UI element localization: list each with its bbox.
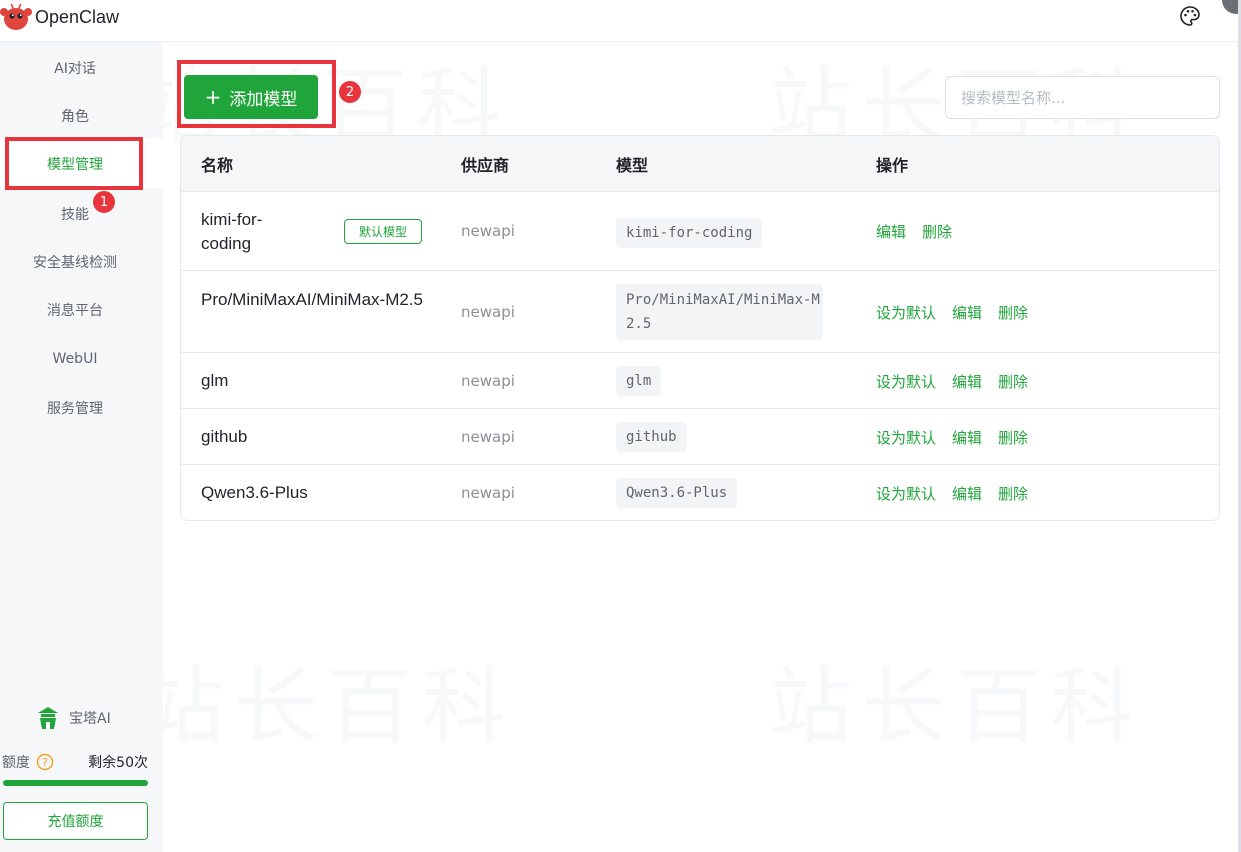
app-logo[interactable]: OpenClaw (0, 0, 119, 34)
plus-icon: + (204, 85, 222, 109)
brand: 宝塔AI (35, 705, 111, 731)
model-id-chip: kimi-for-coding (616, 218, 763, 248)
model-provider: newapi (461, 303, 515, 321)
set-default-button[interactable]: 设为默认 (876, 371, 936, 392)
model-provider: newapi (461, 484, 515, 502)
model-name: Qwen3.6-Plus (201, 483, 308, 502)
row-actions: 设为默认 编辑 删除 (876, 427, 1044, 448)
models-table: 名称 供应商 模型 操作 kimi-for-coding 默认模型 newapi… (180, 135, 1220, 521)
app-title: OpenClaw (35, 6, 120, 27)
row-actions: 设为默认 编辑 删除 (876, 483, 1044, 504)
table-row: Qwen3.6-Plus newapi Qwen3.6-Plus 设为默认 编辑… (181, 465, 1219, 520)
model-id-chip: github (616, 422, 687, 452)
row-actions: 设为默认 编辑 删除 (876, 371, 1044, 392)
model-provider: newapi (461, 222, 515, 240)
question-circle-icon[interactable]: ? (36, 753, 54, 771)
table-row: Pro/MiniMaxAI/MiniMax-M2.5 newapi Pro/Mi… (181, 271, 1219, 353)
quota-label: 额度 (2, 755, 30, 771)
set-default-button[interactable]: 设为默认 (876, 302, 936, 323)
sidebar-item-ai-chat[interactable]: AI对话 (0, 48, 150, 88)
quota-progress-bar (3, 780, 148, 786)
lobster-logo-icon (0, 3, 32, 30)
edit-button[interactable]: 编辑 (952, 483, 982, 504)
model-id-chip: Qwen3.6-Plus (616, 478, 738, 508)
delete-button[interactable]: 删除 (998, 427, 1028, 448)
model-provider: newapi (461, 372, 515, 390)
quota-progress-fill (3, 780, 148, 786)
table-row: kimi-for-coding 默认模型 newapi kimi-for-cod… (181, 192, 1219, 271)
model-name: Pro/MiniMaxAI/MiniMax-M2.5 (201, 290, 423, 309)
set-default-button[interactable]: 设为默认 (876, 427, 936, 448)
delete-button[interactable]: 删除 (998, 483, 1028, 504)
model-provider: newapi (461, 428, 515, 446)
step-badge-1: 1 (92, 190, 116, 214)
column-header-provider: 供应商 (461, 156, 510, 175)
highlight-box-model-management (5, 137, 143, 190)
pagoda-icon (38, 707, 58, 729)
column-header-model: 模型 (616, 156, 649, 175)
quota-row: 额度 ? 剩余50次 (2, 752, 152, 772)
row-actions: 设为默认 编辑 删除 (876, 302, 1044, 323)
svg-text:?: ? (42, 756, 48, 769)
model-name: github (201, 427, 248, 446)
column-header-actions: 操作 (876, 156, 909, 175)
model-name: kimi-for-coding (201, 210, 263, 253)
delete-button[interactable]: 删除 (998, 371, 1028, 392)
edit-button[interactable]: 编辑 (952, 302, 982, 323)
search-model-input[interactable] (945, 76, 1220, 119)
step-badge-2: 2 (338, 80, 362, 104)
brand-name: 宝塔AI (69, 711, 111, 727)
sidebar-item-service-management[interactable]: 服务管理 (0, 388, 150, 428)
model-id-chip: Pro/MiniMaxAI/MiniMax-M2.5 (616, 284, 823, 340)
sidebar-item-roles[interactable]: 角色 (0, 96, 150, 136)
recharge-button[interactable]: 充值额度 (3, 802, 148, 840)
edit-button[interactable]: 编辑 (876, 221, 906, 242)
sidebar-item-skills[interactable]: 技能 (0, 194, 150, 234)
delete-button[interactable]: 删除 (998, 302, 1028, 323)
watermark: 站长百科 (768, 658, 1145, 756)
sidebar-item-security-baseline[interactable]: 安全基线检测 (0, 242, 150, 282)
add-model-label: 添加模型 (229, 89, 298, 110)
add-model-button[interactable]: + 添加模型 (184, 75, 318, 119)
sidebar-item-message-platform[interactable]: 消息平台 (0, 290, 150, 330)
row-actions: 编辑 删除 (876, 221, 968, 242)
delete-button[interactable]: 删除 (922, 221, 952, 242)
table-header: 名称 供应商 模型 操作 (181, 136, 1219, 192)
edit-button[interactable]: 编辑 (952, 371, 982, 392)
table-row: github newapi github 设为默认 编辑 删除 (181, 409, 1219, 465)
default-model-tag: 默认模型 (344, 219, 422, 244)
edit-button[interactable]: 编辑 (952, 427, 982, 448)
palette-icon[interactable] (1178, 4, 1202, 28)
sidebar-item-webui[interactable]: WebUI (0, 339, 150, 379)
model-name: glm (201, 371, 229, 390)
table-row: glm newapi glm 设为默认 编辑 删除 (181, 353, 1219, 409)
watermark: 站长百科 (140, 658, 517, 756)
quota-remaining: 剩余50次 (88, 755, 148, 771)
top-bar: OpenClaw (0, 0, 1241, 42)
set-default-button[interactable]: 设为默认 (876, 483, 936, 504)
model-id-chip: glm (616, 366, 662, 396)
column-header-name: 名称 (201, 156, 234, 175)
